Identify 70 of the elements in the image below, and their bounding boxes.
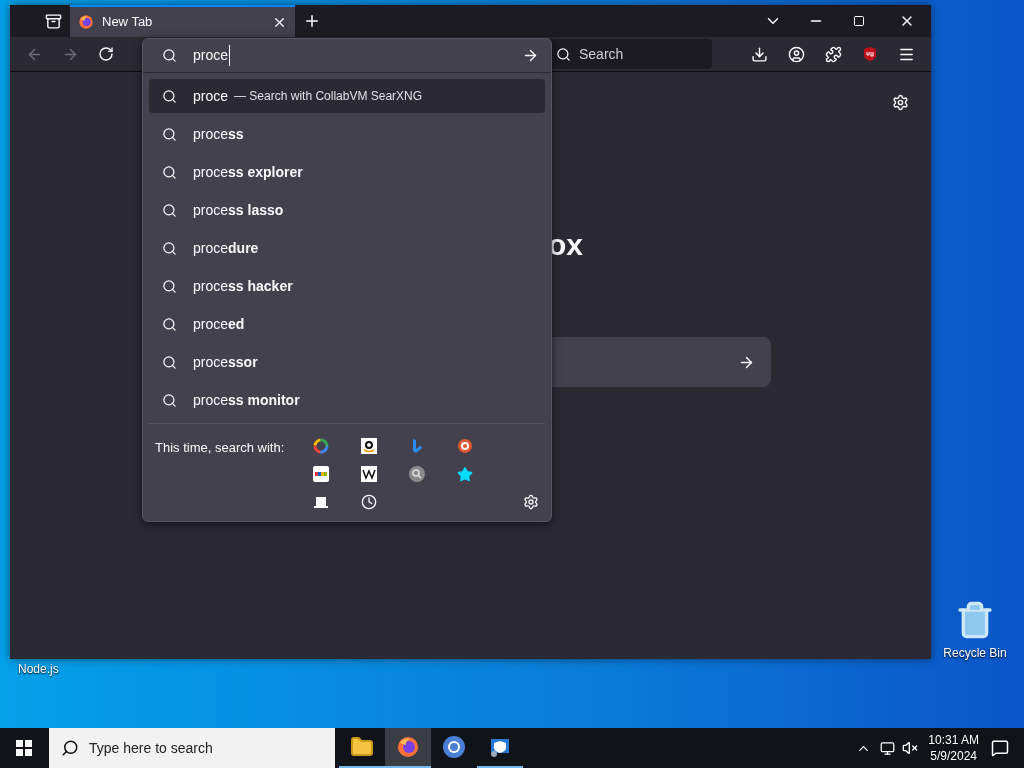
maximize-icon[interactable] [853, 15, 865, 27]
suggestion-text: procedure [193, 238, 259, 258]
search-icon [162, 202, 177, 218]
suggestion-item[interactable]: process [149, 117, 545, 151]
taskbar-search-placeholder: Type here to search [89, 738, 213, 758]
suggestion-item[interactable]: process lasso [149, 193, 545, 227]
ring-icon [442, 735, 466, 759]
suggestion-item[interactable]: process explorer [149, 155, 545, 189]
search-icon [162, 88, 177, 104]
magnifier-circle-icon[interactable] [409, 466, 425, 482]
suggestion-item[interactable]: process monitor [149, 383, 545, 417]
search-with-label: This time, search with: [155, 439, 286, 457]
desktop-icon-label[interactable]: Recycle Bin [943, 644, 1007, 662]
search-icon [162, 392, 177, 408]
search-icon [162, 278, 177, 294]
tray-icon[interactable] [45, 12, 62, 30]
tab-title: New Tab [102, 13, 154, 32]
search-icon [162, 164, 177, 180]
suggestion-hint: — Search with CollabVM SearXNG [234, 88, 423, 105]
reload-icon[interactable] [98, 46, 114, 62]
smile-tile-icon[interactable] [361, 438, 377, 454]
search-field[interactable]: Search [548, 39, 712, 69]
suggestion-item[interactable]: procedure [149, 231, 545, 265]
colored-ring-icon[interactable] [313, 438, 329, 454]
download-icon[interactable] [751, 45, 768, 63]
search-icon [61, 739, 79, 757]
address-field[interactable]: proce [143, 39, 551, 73]
suggestion-text: proce [193, 86, 229, 106]
search-icon [162, 240, 177, 256]
suggestion-text: process hacker [193, 276, 293, 296]
star-icon[interactable] [457, 465, 473, 483]
suggestion-item[interactable]: proceed [149, 307, 545, 341]
hat-icon[interactable] [313, 494, 329, 510]
tile-icon[interactable] [361, 466, 377, 482]
folder-icon [350, 735, 374, 759]
suggestion-text: process explorer [193, 162, 303, 182]
puzzle-icon[interactable] [825, 45, 842, 63]
go-arrow-icon[interactable] [522, 47, 539, 64]
account-icon[interactable] [788, 45, 805, 63]
search-icon [556, 46, 571, 62]
browser-tab[interactable]: New Tab [70, 5, 295, 37]
new-tab-icon[interactable] [303, 12, 321, 30]
search-icon [162, 354, 177, 370]
shield-icon[interactable] [862, 46, 878, 62]
suggestion-text: processor [193, 352, 258, 372]
suggestion-text: process [193, 124, 244, 144]
network-icon[interactable] [880, 740, 896, 756]
notifications-icon[interactable] [991, 739, 1009, 757]
suggestion-item[interactable]: process hacker [149, 269, 545, 303]
colored-tile-icon[interactable] [313, 466, 329, 482]
search-icon [162, 126, 177, 142]
clock-icon[interactable] [361, 494, 377, 510]
clock-date[interactable]: 5/9/2024 [930, 748, 977, 764]
taskbar-search-field[interactable]: Type here to search [49, 728, 335, 768]
suggestion-item[interactable]: processor [149, 345, 545, 379]
muted-speaker-icon[interactable] [902, 740, 919, 756]
settings-icon[interactable] [892, 94, 909, 111]
suggestion-text: process monitor [193, 390, 300, 410]
windows-logo-icon[interactable] [16, 740, 32, 756]
suggestion-text: proceed [193, 314, 245, 334]
search-icon [162, 48, 177, 63]
clock-time[interactable]: 10:31 AM [928, 732, 979, 748]
fox-globe-icon [78, 14, 94, 30]
search-placeholder: Search [579, 44, 624, 64]
suggestion-item[interactable]: proce — Search with CollabVM SearXNG [149, 79, 545, 113]
suggestion-text: process lasso [193, 200, 284, 220]
search-icon [162, 316, 177, 332]
settings-icon[interactable] [523, 494, 539, 510]
fox-globe-icon [396, 735, 420, 759]
address-text: proce [193, 45, 231, 66]
